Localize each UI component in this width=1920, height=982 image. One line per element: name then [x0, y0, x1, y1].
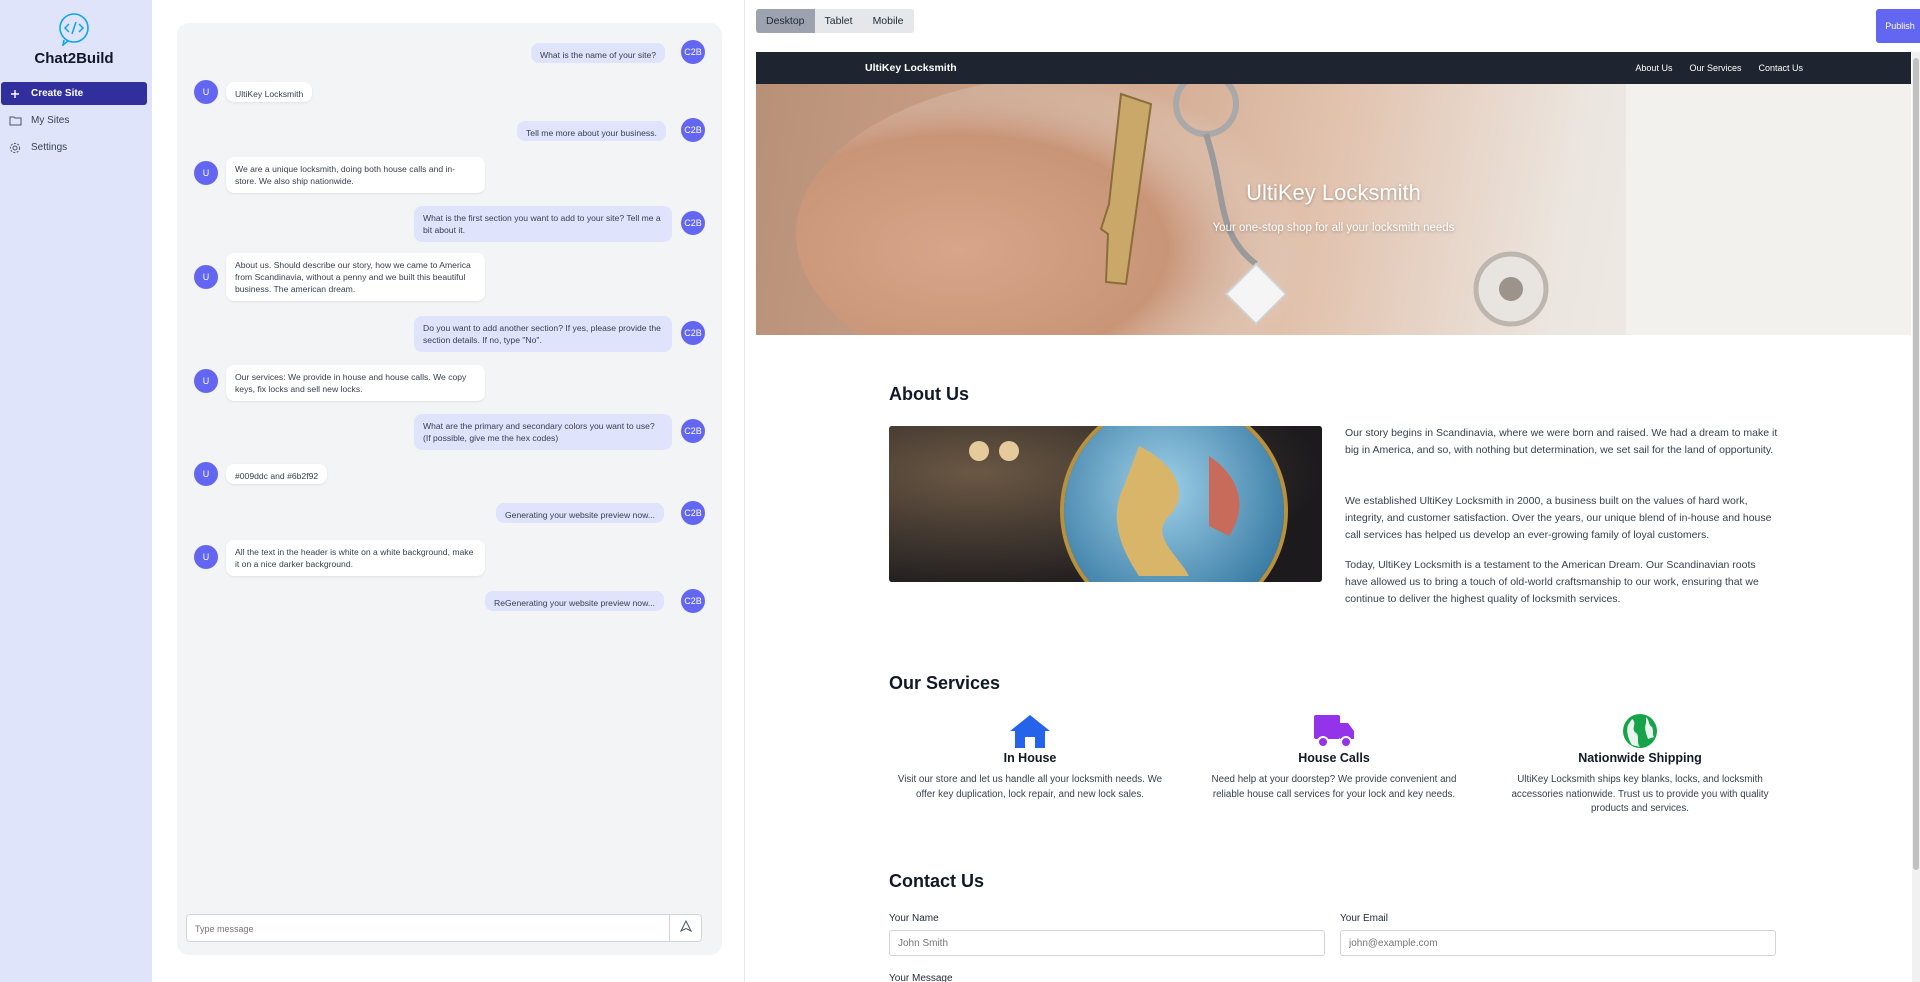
publish-button[interactable]: Publish [1876, 9, 1920, 43]
about-photo-globe [889, 426, 1322, 582]
site-nav-links: About Us Our Services Contact Us [1635, 63, 1803, 73]
user-message: All the text in the header is white on a… [226, 540, 485, 576]
service-description: Visit our store and let us handle all yo… [897, 774, 1163, 800]
sidebar: Chat2Build Create Site My Sites Settings [0, 0, 152, 982]
contact-heading: Contact Us [889, 871, 985, 891]
app-name: Chat2Build [34, 50, 114, 67]
send-icon [679, 919, 692, 937]
tab-desktop[interactable]: Desktop [756, 9, 815, 33]
bot-message: What is the first section you want to ad… [414, 206, 672, 242]
truck-icon [1312, 713, 1356, 749]
site-nav-services[interactable]: Our Services [1689, 63, 1741, 73]
bot-avatar: C2B [681, 118, 705, 142]
about-paragraph-1: Our story begins in Scandinavia, where w… [1345, 427, 1778, 456]
user-avatar: U [194, 80, 218, 104]
site-nav-about[interactable]: About Us [1635, 63, 1672, 73]
bot-message: What is the name of your site? [531, 43, 666, 63]
site-brand[interactable]: UltiKey Locksmith [865, 62, 957, 74]
folder-icon [8, 114, 22, 128]
email-field[interactable] [1340, 930, 1776, 956]
hero-title: UltiKey Locksmith [1246, 180, 1421, 205]
hero-banner: UltiKey Locksmith Your one-stop shop for… [756, 84, 1911, 335]
service-title: House Calls [1298, 751, 1370, 765]
globe-icon [1618, 713, 1662, 749]
service-title: In House [1003, 751, 1057, 765]
user-message: UltiKey Locksmith [226, 82, 313, 102]
message-input[interactable] [195, 920, 655, 938]
bot-message: Generating your website preview now... [496, 503, 664, 523]
bot-message: What are the primary and secondary color… [414, 414, 672, 450]
house-icon [1008, 713, 1052, 749]
service-description: Need help at your doorstep? We provide c… [1211, 774, 1457, 800]
about-paragraph-2: We established UltiKey Locksmith in 2000… [1345, 495, 1772, 541]
hero-photo-hand-with-keys [796, 84, 1911, 335]
app-logo[interactable]: Chat2Build [0, 12, 148, 67]
gear-icon [8, 141, 22, 155]
code-bubble-icon [57, 12, 91, 47]
sidebar-item-label: Settings [31, 142, 68, 153]
about-heading: About Us [889, 384, 969, 404]
sidebar-item-label: My Sites [31, 115, 70, 126]
service-description: UltiKey Locksmith ships key blanks, lock… [1511, 774, 1769, 814]
user-avatar: U [194, 161, 218, 185]
user-avatar: U [194, 545, 218, 569]
user-avatar: U [194, 369, 218, 393]
bot-avatar: C2B [681, 501, 705, 525]
tab-tablet[interactable]: Tablet [815, 9, 863, 33]
user-message: #009ddc and #6b2f92 [226, 464, 328, 484]
device-tabs: Desktop Tablet Mobile [756, 9, 914, 33]
bot-avatar: C2B [681, 40, 705, 64]
service-title: Nationwide Shipping [1578, 751, 1702, 765]
service-house-calls: House Calls Need help at your doorstep? … [1194, 713, 1474, 802]
user-message: Our services: We provide in house and ho… [226, 365, 485, 401]
preview-scrollbar-thumb[interactable] [1913, 58, 1919, 870]
bot-avatar: C2B [681, 589, 705, 613]
about-paragraph-3: Today, UltiKey Locksmith is a testament … [1345, 559, 1759, 605]
name-field[interactable] [889, 930, 1325, 956]
sidebar-item-my-sites[interactable]: My Sites [1, 109, 147, 132]
service-nationwide-shipping: Nationwide Shipping UltiKey Locksmith sh… [1500, 713, 1780, 817]
email-label: Your Email [1340, 913, 1388, 924]
chat-input-box [186, 914, 702, 942]
services-heading: Our Services [889, 673, 1001, 693]
bot-message: ReGenerating your website preview now... [485, 591, 664, 611]
name-label: Your Name [889, 913, 939, 924]
site-preview: UltiKey Locksmith About Us Our Services … [756, 52, 1911, 982]
panel-divider [744, 0, 745, 982]
user-avatar: U [194, 462, 218, 486]
user-avatar: U [194, 265, 218, 289]
plus-icon [8, 87, 22, 101]
bot-message: Tell me more about your business. [517, 121, 666, 141]
user-message: We are a unique locksmith, doing both ho… [226, 157, 485, 193]
user-message: About us. Should describe our story, how… [226, 253, 485, 301]
tab-mobile[interactable]: Mobile [863, 9, 914, 33]
site-nav-contact[interactable]: Contact Us [1758, 63, 1803, 73]
bot-message: Do you want to add another section? If y… [414, 316, 672, 352]
message-label: Your Message [889, 973, 953, 982]
site-navbar: UltiKey Locksmith About Us Our Services … [756, 52, 1911, 84]
sidebar-item-label: Create Site [31, 88, 84, 99]
service-in-house: In House Visit our store and let us hand… [890, 713, 1170, 802]
sidebar-item-settings[interactable]: Settings [1, 136, 147, 159]
send-button[interactable] [669, 915, 701, 941]
bot-avatar: C2B [681, 419, 705, 443]
sidebar-item-create-site[interactable]: Create Site [1, 82, 147, 105]
hero-subtitle: Your one-stop shop for all your locksmit… [1212, 222, 1455, 234]
bot-avatar: C2B [681, 211, 705, 235]
bot-avatar: C2B [681, 321, 705, 345]
